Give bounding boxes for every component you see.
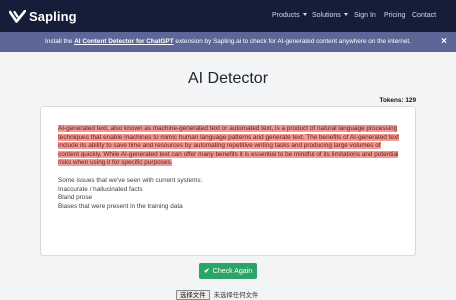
banner-text: Install the AI Content Detector for Chat… <box>0 38 456 45</box>
nav-solutions-label: Solutions <box>312 12 341 19</box>
close-icon[interactable]: × <box>441 37 447 47</box>
file-upload: 选择文件 未选择任何文件 <box>176 289 258 300</box>
nav-products[interactable]: Products <box>272 12 307 19</box>
token-count: Tokens: 129 <box>379 97 416 104</box>
nav-sign-in-label: Sign In <box>354 12 376 19</box>
choose-file-button[interactable]: 选择文件 <box>176 289 210 300</box>
page-title: AI Detector <box>187 70 269 87</box>
issue-item: Biases that were present in the training… <box>58 202 183 210</box>
text-editor[interactable]: AI-generated text, also known as machine… <box>40 106 416 256</box>
top-navbar: Sapling Products Solutions Sign In Prici… <box>0 0 456 32</box>
check-icon: ✔ <box>203 268 210 275</box>
check-again-button[interactable]: ✔ Check Again <box>199 263 257 279</box>
chevron-down-icon <box>302 13 307 16</box>
nav-sign-in[interactable]: Sign In <box>354 12 376 19</box>
editor-content[interactable]: AI-generated text, also known as machine… <box>58 125 403 211</box>
banner-text-after: extension by Sapling.ai to check for AI-… <box>173 38 411 45</box>
nav-contact-label: Contact <box>412 12 437 19</box>
extension-banner: Install the AI Content Detector for Chat… <box>0 32 456 52</box>
check-again-label: Check Again <box>212 267 253 275</box>
chevron-down-icon <box>343 13 348 16</box>
file-status: 未选择任何文件 <box>213 292 259 299</box>
nav-pricing[interactable]: Pricing <box>384 12 405 19</box>
nav-products-label: Products <box>272 12 300 19</box>
ai-highlighted-text: AI-generated text, also known as machine… <box>58 125 399 167</box>
brand-name: Sapling <box>29 9 77 24</box>
issues-intro: Some issues that we've seen with current… <box>58 176 203 184</box>
issue-item: Bland prose <box>58 194 93 202</box>
banner-extension-link[interactable]: AI Content Detector for ChatGPT <box>74 38 173 45</box>
nav-contact[interactable]: Contact <box>412 12 436 19</box>
banner-text-before: Install the <box>45 38 75 45</box>
ai-paragraph: AI-generated text, also known as machine… <box>58 125 403 168</box>
nav-pricing-label: Pricing <box>384 12 406 19</box>
brand-logo[interactable]: Sapling <box>9 8 77 25</box>
nav-solutions[interactable]: Solutions <box>312 12 348 19</box>
sapling-logo-icon <box>9 10 26 23</box>
issue-item: Inaccurate / hallucinated facts <box>58 185 143 193</box>
